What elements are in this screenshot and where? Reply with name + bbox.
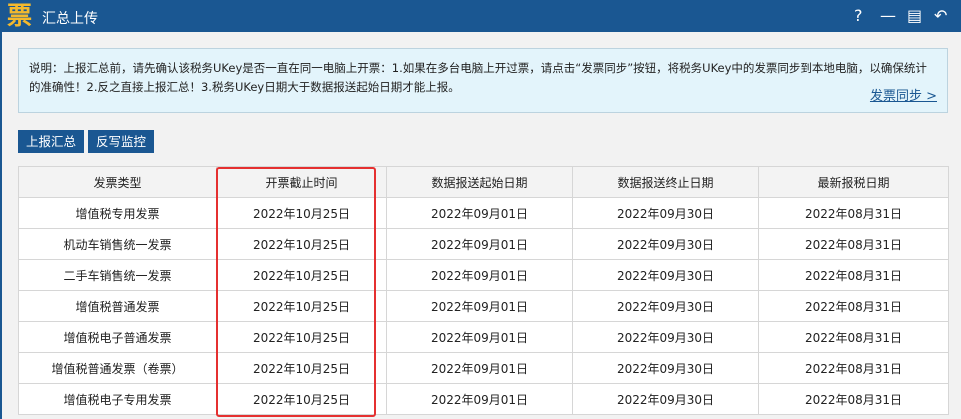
column-header: 数据报送终止日期 [572, 166, 759, 198]
table-cell: 二手车销售统一发票 [18, 259, 217, 291]
table-cell: 2022年09月01日 [386, 352, 573, 384]
table-cell: 2022年09月01日 [386, 197, 573, 229]
table-row[interactable]: 增值税普通发票（卷票） 2022年10月25日 2022年09月01日 2022年09… [18, 352, 949, 384]
column-header: 最新报税日期 [758, 166, 949, 198]
table-cell: 2022年09月30日 [572, 321, 759, 353]
invoice-sync-link[interactable]: 发票同步 > [870, 87, 937, 106]
table-cell: 2022年09月01日 [386, 290, 573, 322]
table-cell: 2022年08月31日 [758, 321, 949, 353]
table-cell: 机动车销售统一发票 [18, 228, 217, 260]
help-icon[interactable]: ? [854, 6, 863, 25]
app-logo: 票 [7, 1, 33, 30]
table-cell: 增值税普通发票（卷票） [18, 352, 217, 384]
table-cell: 2022年09月01日 [386, 228, 573, 260]
column-header: 数据报送起始日期 [386, 166, 573, 198]
table-cell: 2022年10月25日 [216, 228, 387, 260]
table-cell: 增值税专用发票 [18, 197, 217, 229]
table-row[interactable]: 二手车销售统一发票 2022年10月25日 2022年09月01日 2022年09月3… [18, 259, 949, 291]
info-text: 说明：上报汇总前，请先确认该税务UKey是否一直在同一电脑上开票：1.如果在多台… [29, 61, 927, 94]
table-cell: 2022年10月25日 [216, 383, 387, 415]
invoice-table: 发票类型 开票截止时间 数据报送起始日期 数据报送终止日期 最新报税日期 增值税专用发票… [18, 166, 949, 415]
table-header: 发票类型 开票截止时间 数据报送起始日期 数据报送终止日期 最新报税日期 [18, 166, 949, 198]
table-row[interactable]: 增值税专用发票 2022年10月25日 2022年09月01日 2022年09月30日… [18, 197, 949, 229]
table-cell: 增值税电子专用发票 [18, 383, 217, 415]
table-cell: 2022年10月25日 [216, 290, 387, 322]
table-cell: 2022年08月31日 [758, 228, 949, 260]
table-cell: 2022年09月30日 [572, 197, 759, 229]
table-cell: 2022年10月25日 [216, 197, 387, 229]
table-cell: 增值税普通发票 [18, 290, 217, 322]
title-bar: 票 汇总上传 ? — ▤ ↶ [2, 0, 961, 32]
table-cell: 2022年09月30日 [572, 290, 759, 322]
table-cell: 2022年09月30日 [572, 383, 759, 415]
table-cell: 2022年08月31日 [758, 352, 949, 384]
table-cell: 2022年10月25日 [216, 321, 387, 353]
table-cell: 2022年08月31日 [758, 290, 949, 322]
table-row[interactable]: 增值税电子普通发票 2022年10月25日 2022年09月01日 2022年09月3… [18, 321, 949, 353]
table-cell: 2022年10月25日 [216, 352, 387, 384]
table-cell: 增值税电子普通发票 [18, 321, 217, 353]
back-icon[interactable]: ↶ [934, 6, 947, 25]
table-cell: 2022年09月30日 [572, 259, 759, 291]
table-row[interactable]: 增值税普通发票 2022年10月25日 2022年09月01日 2022年09月30日… [18, 290, 949, 322]
column-header: 开票截止时间 [216, 166, 387, 198]
table-cell: 2022年09月01日 [386, 259, 573, 291]
table-cell: 2022年09月01日 [386, 321, 573, 353]
window-title: 汇总上传 [42, 11, 98, 27]
table-cell: 2022年09月30日 [572, 352, 759, 384]
table-cell: 2022年09月01日 [386, 383, 573, 415]
info-box: 说明：上报汇总前，请先确认该税务UKey是否一直在同一电脑上开票：1.如果在多台… [18, 48, 948, 113]
writeback-monitor-button[interactable]: 反写监控 [88, 130, 155, 153]
table-cell: 2022年08月31日 [758, 197, 949, 229]
table-row[interactable]: 机动车销售统一发票 2022年10月25日 2022年09月01日 2022年09月3… [18, 228, 949, 260]
upload-summary-button[interactable]: 上报汇总 [18, 130, 85, 153]
table-cell: 2022年08月31日 [758, 259, 949, 291]
table-cell: 2022年09月30日 [572, 228, 759, 260]
table-row[interactable]: 增值税电子专用发票 2022年10月25日 2022年09月01日 2022年09月3… [18, 383, 949, 415]
table-cell: 2022年10月25日 [216, 259, 387, 291]
table-cell: 2022年08月31日 [758, 383, 949, 415]
column-header: 发票类型 [18, 166, 217, 198]
maximize-icon[interactable]: ▤ [907, 6, 922, 25]
minimize-icon[interactable]: — [880, 6, 896, 25]
